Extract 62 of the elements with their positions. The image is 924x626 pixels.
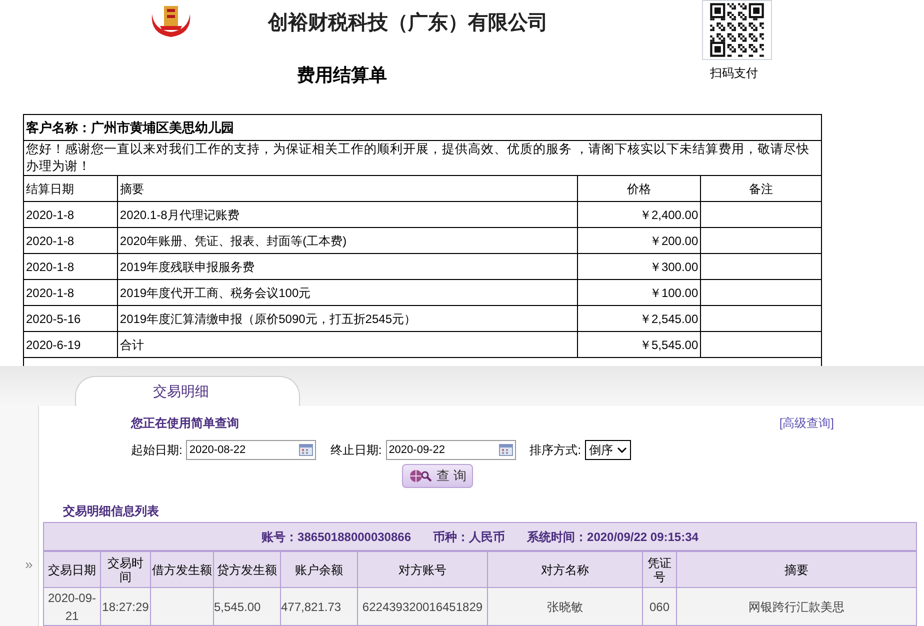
summary-cell: 2019年度残联申报服务费 — [120, 260, 255, 274]
price-cell: ￥2,400.00 — [639, 208, 698, 222]
system-time: 系统时间：2020/09/22 09:15:34 — [527, 528, 698, 546]
price-cell: ￥300.00 — [649, 260, 698, 274]
column-header: 对方账号 — [398, 562, 446, 576]
summary-cell: 合计 — [120, 338, 144, 352]
column-header: 借方发生额 — [152, 562, 212, 576]
date-cell: 2020-1-8 — [26, 286, 74, 300]
start-date-label: 起始日期: — [131, 442, 182, 459]
account-number: 账号：38650188000030866 — [262, 528, 412, 546]
document-title: 费用结算单 — [297, 64, 387, 87]
price-cell: ￥5,545.00 — [639, 338, 698, 352]
date-cell: 2020-1-8 — [26, 234, 74, 248]
column-header: 备注 — [749, 182, 774, 196]
column-header: 交易日期 — [48, 562, 96, 576]
sort-label: 排序方式: — [530, 442, 582, 459]
tab[interactable]: 交易明细 — [75, 376, 300, 406]
table-cell: 网银跨行汇款美思 — [748, 600, 844, 614]
summary-cell: 2020年账册、凭证、报表、封面等(工本费) — [120, 234, 347, 248]
price-cell: ￥100.00 — [649, 286, 698, 300]
end-date-label: 终止日期: — [330, 442, 382, 459]
column-header: 摘要 — [120, 182, 144, 196]
query-button[interactable]: 查 询 — [402, 464, 474, 488]
price-cell: ￥2,545.00 — [639, 312, 698, 326]
column-header: 贷方发生额 — [217, 562, 277, 576]
list-title: 交易明细信息列表 — [62, 503, 160, 520]
qr-caption: 扫码支付 — [710, 65, 758, 82]
calendar-icon[interactable] — [299, 444, 314, 456]
table-cell: 622439320016451829 — [362, 600, 483, 614]
customer-name: 客户名称：广州市黄埔区美思幼儿园 — [26, 120, 234, 135]
column-header: 账户余额 — [295, 562, 343, 576]
table-cell: 18:27:29 — [102, 600, 149, 614]
table-cell: 5,545.00 — [214, 600, 261, 614]
calendar-icon[interactable] — [498, 444, 513, 456]
end-date-field[interactable]: 2020-09-22 — [386, 440, 516, 460]
greeting-text: 您好！感谢您一直以来对我们工作的支持，为保证相关工作的顺利开展，提供高效、优质的服务 ，请阁下核实以下未结算费用，敬请尽快办理为谢！ — [26, 141, 810, 175]
date-cell: 2020-1-8 — [26, 208, 74, 222]
table-cell: 2020-09-21 — [48, 590, 96, 622]
sort-select[interactable]: 倒序 — [585, 440, 632, 460]
start-date-field[interactable]: 2020-08-22 — [186, 440, 316, 460]
table-cell: 060 — [649, 600, 670, 614]
advanced-search-link[interactable]: [高级查询] — [779, 414, 834, 432]
summary-cell: 2019年度汇算清缴申报（原价5090元，打五折2545元） — [120, 312, 416, 326]
column-header: 结算日期 — [26, 182, 74, 196]
table-cell: 477,821.73 — [281, 600, 342, 614]
globe-search-icon — [408, 469, 433, 483]
column-header: 凭证号 — [648, 556, 672, 584]
currency: 币种：人民币 — [433, 528, 506, 546]
date-cell: 2020-1-8 — [26, 260, 74, 274]
summary-cell: 2020.1-8月代理记账费 — [120, 208, 240, 222]
summary-cell: 2019年度代开工商、税务会议100元 — [120, 286, 311, 300]
price-cell: ￥200.00 — [649, 234, 698, 248]
column-header: 摘要 — [784, 562, 808, 576]
date-cell: 2020-5-16 — [26, 312, 81, 326]
column-header: 价格 — [627, 182, 652, 196]
chevron-down-icon — [617, 447, 628, 453]
table-cell: 张晓敏 — [547, 600, 583, 614]
column-header: 交易时间 — [108, 556, 144, 584]
column-header: 对方名称 — [541, 562, 589, 576]
company-name: 创裕财税科技（广东）有限公司 — [268, 10, 548, 36]
date-cell: 2020-6-19 — [26, 338, 81, 352]
query-mode-title: 您正在使用简单查询 — [131, 415, 239, 432]
